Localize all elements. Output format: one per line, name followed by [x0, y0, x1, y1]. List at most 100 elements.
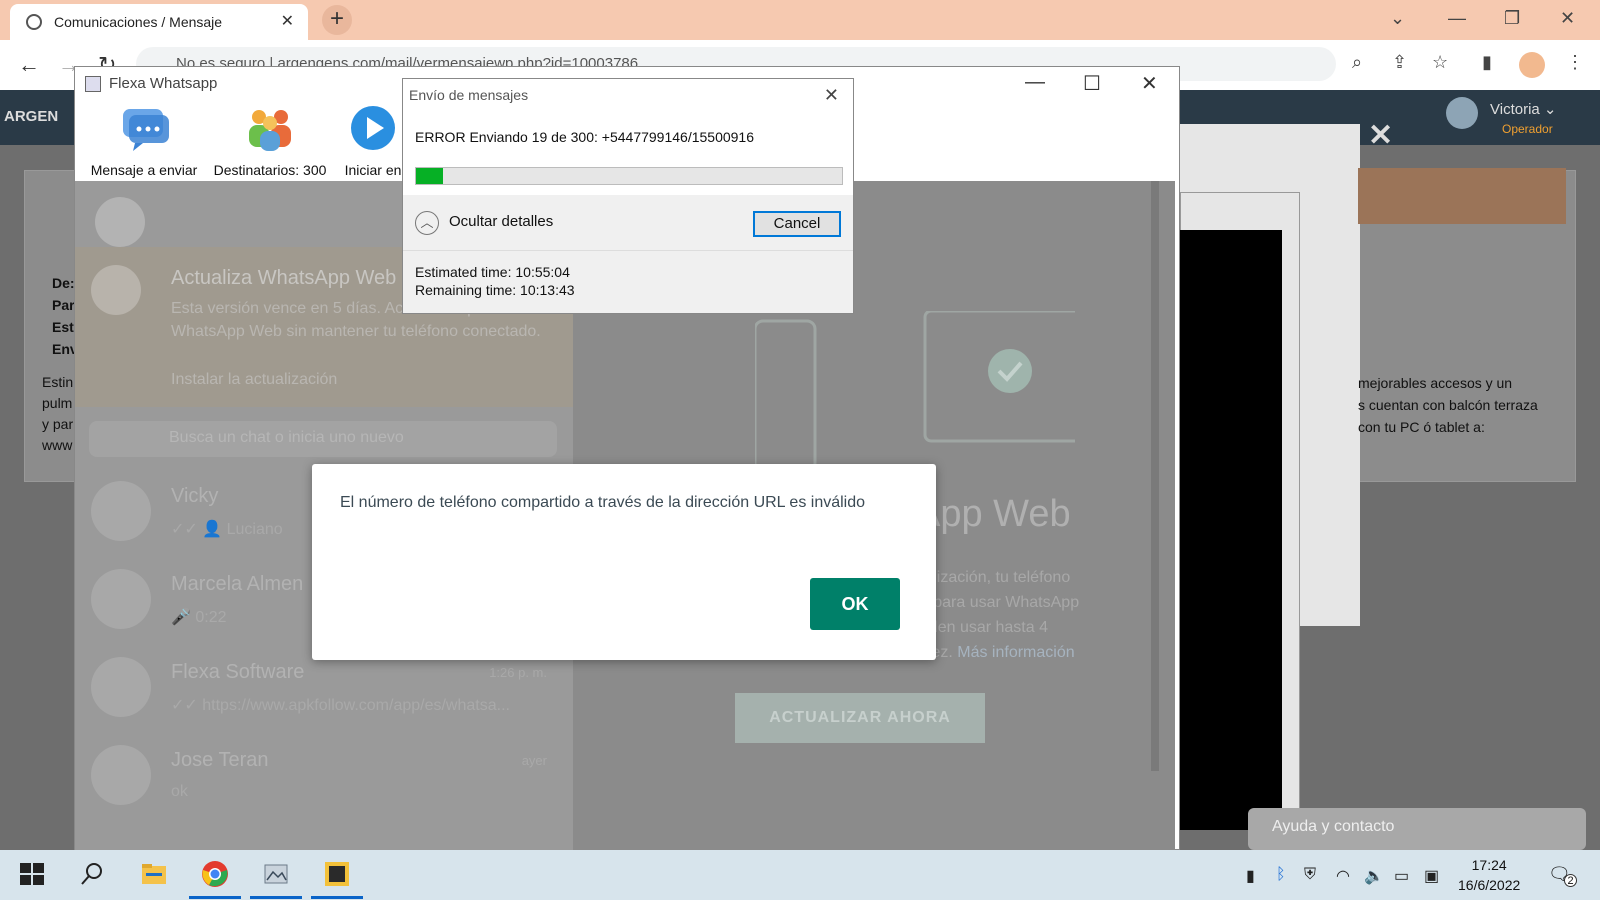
- estimated-time: Estimated time: 10:55:04: [415, 264, 570, 280]
- webapp-logo: ARGEN: [4, 108, 59, 125]
- close-icon[interactable]: ✕: [1141, 71, 1158, 96]
- chat-time: ayer: [521, 753, 547, 768]
- laptop-icon: [91, 265, 141, 315]
- avatar: [91, 745, 151, 805]
- help-contact-button[interactable]: Ayuda y contacto: [1248, 808, 1586, 850]
- user-avatar[interactable]: [1446, 97, 1478, 129]
- network-icon[interactable]: ▣: [1424, 866, 1439, 886]
- status-message: ERROR Enviando 19 de 300: +5447799146/15…: [415, 129, 754, 145]
- body-line: y par: [42, 416, 74, 432]
- play-icon: [351, 106, 395, 150]
- chat-name: Marcela Almen: [171, 573, 304, 595]
- active-indicator: [311, 896, 363, 899]
- remaining-time: Remaining time: 10:13:43: [415, 282, 575, 298]
- tool-label: Destinatarios: 300: [213, 162, 327, 178]
- wifi-icon[interactable]: ◠: [1336, 866, 1350, 886]
- tab-search-icon[interactable]: ⌄: [1390, 8, 1405, 29]
- body-line: Estin: [42, 374, 74, 390]
- back-icon[interactable]: ←: [18, 52, 40, 78]
- send-progress-dialog: Envío de mensajes ✕ ERROR Enviando 19 de…: [402, 78, 854, 314]
- flexa-title: Flexa Whatsapp: [109, 75, 218, 92]
- cancel-button[interactable]: Cancel: [753, 211, 841, 237]
- file-explorer-icon[interactable]: [140, 860, 168, 888]
- system-clock[interactable]: 17:24 16/6/2022: [1458, 855, 1520, 895]
- recipients-icon: [249, 110, 291, 151]
- browser-tab[interactable]: Comunicaciones / Mensaje ✕: [10, 4, 308, 40]
- bookmark-star-icon[interactable]: ☆: [1432, 52, 1448, 73]
- chat-preview: ok: [171, 783, 188, 800]
- devices-illustration: [755, 311, 1075, 471]
- avatar: [91, 569, 151, 629]
- invalid-number-modal: El número de teléfono compartido a travé…: [312, 464, 936, 660]
- bluetooth-icon[interactable]: ᛒ: [1276, 866, 1286, 884]
- chevron-up-icon[interactable]: ︿: [415, 211, 439, 235]
- battery-icon[interactable]: ▭: [1394, 866, 1409, 886]
- welcome-title: App Web: [915, 493, 1071, 535]
- dialog-titlebar: Envío de mensajes ✕: [403, 79, 853, 113]
- tab-close-icon[interactable]: ✕: [281, 11, 294, 31]
- taskbar: [0, 850, 1600, 900]
- side-panel-icon[interactable]: ▮: [1482, 52, 1492, 73]
- active-indicator: [189, 896, 241, 899]
- image-viewer-icon[interactable]: [262, 860, 290, 888]
- chat-preview: ✓✓ https://www.apkfollow.com/app/es/what…: [171, 697, 510, 714]
- user-name[interactable]: Victoria ⌄: [1490, 100, 1556, 118]
- maximize-icon[interactable]: ☐: [1083, 71, 1101, 96]
- tool-label: Iniciar en: [344, 162, 402, 178]
- popup-close-icon[interactable]: ✕: [1368, 118, 1393, 153]
- message-icon: [123, 109, 169, 151]
- welcome-line: tualización, tu teléfono: [911, 569, 1071, 586]
- clock-date: 16/6/2022: [1458, 877, 1521, 893]
- more-info-link[interactable]: Más información: [957, 644, 1074, 661]
- flexa-app-icon[interactable]: [323, 860, 351, 888]
- chrome-icon[interactable]: [201, 860, 229, 888]
- notification-badge: 2: [1564, 874, 1577, 887]
- volume-icon[interactable]: 🔈: [1364, 866, 1384, 886]
- progress-bar: [415, 167, 843, 185]
- windows-start-icon[interactable]: [18, 860, 46, 888]
- chat-name: Vicky: [171, 485, 219, 507]
- body-line: mejorables accesos y un: [1358, 375, 1513, 391]
- new-tab-button[interactable]: +: [322, 5, 352, 35]
- body-line: con tu PC ó tablet a:: [1358, 419, 1485, 435]
- body-line: www: [42, 437, 73, 453]
- orange-banner: [1358, 168, 1566, 224]
- chat-preview: 🎤 0:22: [171, 609, 227, 626]
- chat-search-input[interactable]: Busca un chat o inicia uno nuevo: [89, 421, 557, 457]
- message-body-right: mejorables accesos y un s cuentan con ba…: [1358, 372, 1538, 438]
- tray-app-icon[interactable]: ▮: [1246, 866, 1255, 886]
- install-update-link[interactable]: Instalar la actualización: [171, 371, 337, 389]
- message-to-send-button[interactable]: Mensaje a enviar: [81, 105, 207, 178]
- chat-item[interactable]: Jose Teran ok ayer: [75, 731, 573, 819]
- chat-time: 1:26 p. m.: [489, 665, 547, 680]
- time-info: Estimated time: 10:55:04 Remaining time:…: [415, 263, 575, 299]
- hide-details-toggle[interactable]: Ocultar detalles: [449, 213, 553, 230]
- close-window-icon[interactable]: ✕: [1560, 8, 1575, 29]
- search-icon[interactable]: [78, 860, 106, 888]
- ok-button[interactable]: OK: [810, 578, 900, 630]
- chat-name: Flexa Software: [171, 661, 305, 683]
- notification-center-icon[interactable]: 🗨 2: [1548, 864, 1577, 888]
- minimize-icon[interactable]: —: [1025, 71, 1045, 94]
- welcome-text: tualización, tu teléfono do para usar Wh…: [911, 565, 1171, 665]
- security-shield-icon[interactable]: ⛨: [1304, 866, 1316, 884]
- dialog-title: Envío de mensajes: [409, 87, 529, 103]
- body-line: pulm: [42, 395, 73, 411]
- minimize-icon[interactable]: —: [1448, 8, 1466, 29]
- share-icon[interactable]: ⇪: [1392, 52, 1407, 73]
- recipients-button[interactable]: Destinatarios: 300: [201, 105, 339, 178]
- start-sending-button[interactable]: Iniciar en: [333, 105, 413, 178]
- profile-avatar[interactable]: [1519, 52, 1545, 78]
- update-now-button[interactable]: ACTUALIZAR AHORA: [735, 693, 985, 743]
- restore-icon[interactable]: ❐: [1504, 8, 1520, 29]
- scrollbar[interactable]: [1151, 181, 1159, 771]
- error-message: El número de teléfono compartido a travé…: [340, 494, 866, 511]
- chat-name: Jose Teran: [171, 749, 269, 771]
- zoom-icon[interactable]: ⌕: [1352, 52, 1362, 73]
- close-icon[interactable]: ✕: [824, 85, 839, 106]
- menu-kebab-icon[interactable]: ⋮: [1566, 52, 1584, 73]
- active-indicator: [250, 896, 302, 899]
- dialog-body: ERROR Enviando 19 de 300: +5447799146/15…: [403, 113, 853, 195]
- app-window-icon: [85, 76, 101, 92]
- profile-avatar[interactable]: [95, 197, 145, 247]
